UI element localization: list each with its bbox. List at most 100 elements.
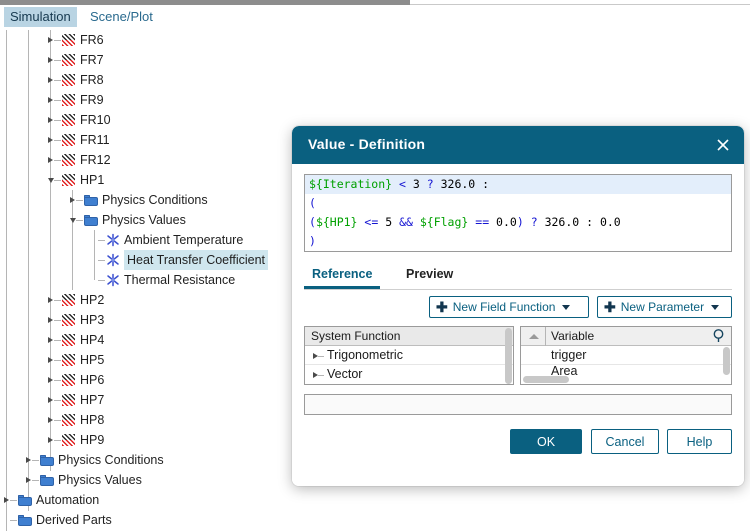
system-function-scrollbar[interactable] [505, 328, 512, 384]
dialog-title: Value - Definition [308, 136, 426, 152]
tree-row[interactable]: HP3 [0, 310, 300, 330]
list-item[interactable]: Trigonometric [305, 346, 513, 365]
tree-row[interactable]: Derived Parts [0, 510, 300, 530]
expander-right-icon[interactable] [70, 197, 75, 203]
code-line[interactable]: ( [305, 194, 731, 213]
tree-row[interactable]: Automation [0, 490, 300, 510]
variable-panel[interactable]: Variable trigger Area [520, 326, 732, 385]
tree-row[interactable]: Thermal Resistance [0, 270, 300, 290]
simulation-object-tree[interactable]: FR6 FR7 FR8 FR9 FR10 FR11 FR12 HP1 Physics Condi… [0, 30, 300, 531]
code-token: 326.0 : [433, 177, 490, 191]
list-item-label: trigger [551, 348, 587, 362]
help-button[interactable]: Help [667, 429, 732, 454]
list-item[interactable]: trigger [521, 346, 731, 365]
code-line[interactable]: (${HP1} <= 5 && ${Flag} == 0.0) ? 326.0 … [305, 213, 731, 232]
new-field-function-button[interactable]: ✚ New Field Function [429, 296, 589, 318]
tree-row[interactable]: Physics Conditions [0, 450, 300, 470]
system-function-panel[interactable]: System Function Trigonometric Vector [304, 326, 514, 385]
tree-row[interactable]: Heat Transfer Coefficient [0, 250, 300, 270]
tree-row[interactable]: HP2 [0, 290, 300, 310]
tree-row-label: FR6 [80, 33, 104, 47]
new-field-function-label: New Field Function [452, 300, 556, 314]
system-function-header-label: System Function [311, 329, 401, 343]
expander-right-icon[interactable] [48, 417, 53, 423]
part-hatched-icon [62, 334, 75, 346]
tree-row[interactable]: FR6 [0, 30, 300, 50]
tree-row[interactable]: FR11 [0, 130, 300, 150]
tree-connector [98, 240, 105, 241]
folder-icon [18, 495, 32, 506]
expander-right-icon[interactable] [26, 477, 31, 483]
tree-row[interactable]: HP1 [0, 170, 300, 190]
variable-vertical-scrollbar[interactable] [723, 347, 730, 375]
tree-row-label: HP5 [80, 353, 105, 367]
tree-row[interactable]: Physics Values [0, 470, 300, 490]
expander-right-icon[interactable] [48, 397, 53, 403]
part-hatched-icon [62, 54, 75, 66]
expander-right-icon[interactable] [48, 77, 53, 83]
expander-right-icon[interactable] [48, 157, 53, 163]
code-token: 326.0 : 0.0 [537, 215, 621, 229]
tree-row[interactable]: FR8 [0, 70, 300, 90]
expander-right-icon[interactable] [48, 357, 53, 363]
tree-connector [76, 220, 83, 221]
expander-right-icon[interactable] [48, 317, 53, 323]
expander-right-icon[interactable] [4, 497, 9, 503]
tree-row[interactable]: HP6 [0, 370, 300, 390]
expander-right-icon[interactable] [48, 337, 53, 343]
tree-row-label: FR12 [80, 153, 111, 167]
new-parameter-label: New Parameter [620, 300, 705, 314]
code-line[interactable]: ${Iteration} < 3 ? 326.0 : [305, 175, 731, 194]
expander-right-icon[interactable] [48, 117, 53, 123]
tree-row[interactable]: HP8 [0, 410, 300, 430]
tree-connector [54, 60, 61, 61]
variable-header-label: Variable [551, 329, 595, 343]
tab-reference[interactable]: Reference [304, 262, 381, 289]
expander-right-icon[interactable] [48, 137, 53, 143]
expander-right-icon[interactable] [48, 437, 53, 443]
part-hatched-icon [62, 434, 75, 446]
tab-preview[interactable]: Preview [398, 262, 461, 289]
folder-icon [40, 475, 54, 486]
search-icon[interactable] [712, 328, 726, 347]
tree-row[interactable]: FR7 [0, 50, 300, 70]
tree-row-label: HP2 [80, 293, 105, 307]
chevron-down-icon [562, 304, 571, 310]
tab-simulation[interactable]: Simulation [4, 7, 77, 27]
list-item[interactable]: Vector [305, 365, 513, 384]
ok-button[interactable]: OK [510, 429, 582, 454]
tree-row[interactable]: FR12 [0, 150, 300, 170]
tree-row[interactable]: FR9 [0, 90, 300, 110]
tree-row[interactable]: HP5 [0, 350, 300, 370]
system-function-header[interactable]: System Function [305, 327, 513, 346]
tree-row[interactable]: HP7 [0, 390, 300, 410]
new-parameter-button[interactable]: ✚ New Parameter [597, 296, 732, 318]
expander-right-icon[interactable] [26, 457, 31, 463]
expander-right-icon[interactable] [48, 297, 53, 303]
code-line[interactable]: ) [305, 232, 731, 251]
folder-icon [18, 515, 32, 526]
tree-row[interactable]: HP4 [0, 330, 300, 350]
cancel-button[interactable]: Cancel [591, 429, 659, 454]
part-hatched-icon [62, 354, 75, 366]
definition-code-editor[interactable]: ${Iteration} < 3 ? 326.0 :((${HP1} <= 5 … [304, 174, 732, 252]
expander-right-icon[interactable] [48, 57, 53, 63]
tree-row[interactable]: Ambient Temperature [0, 230, 300, 250]
tab-scene-plot[interactable]: Scene/Plot [84, 7, 159, 27]
variable-horizontal-scrollbar[interactable] [523, 376, 569, 383]
tree-row-label: FR8 [80, 73, 104, 87]
tree-row[interactable]: HP9 [0, 430, 300, 450]
tree-connector [54, 300, 61, 301]
sort-ascending-icon[interactable] [529, 334, 539, 339]
expander-right-icon[interactable] [48, 377, 53, 383]
tree-row[interactable]: Physics Values [0, 210, 300, 230]
expander-right-icon[interactable] [48, 37, 53, 43]
expression-input[interactable] [304, 394, 732, 415]
expander-right-icon[interactable] [48, 97, 53, 103]
tree-row[interactable]: Physics Conditions [0, 190, 300, 210]
close-icon[interactable] [710, 132, 736, 158]
code-token: 5 [378, 215, 400, 229]
tree-row[interactable]: FR10 [0, 110, 300, 130]
variable-header[interactable]: Variable [521, 327, 731, 346]
code-token: == [475, 215, 490, 229]
